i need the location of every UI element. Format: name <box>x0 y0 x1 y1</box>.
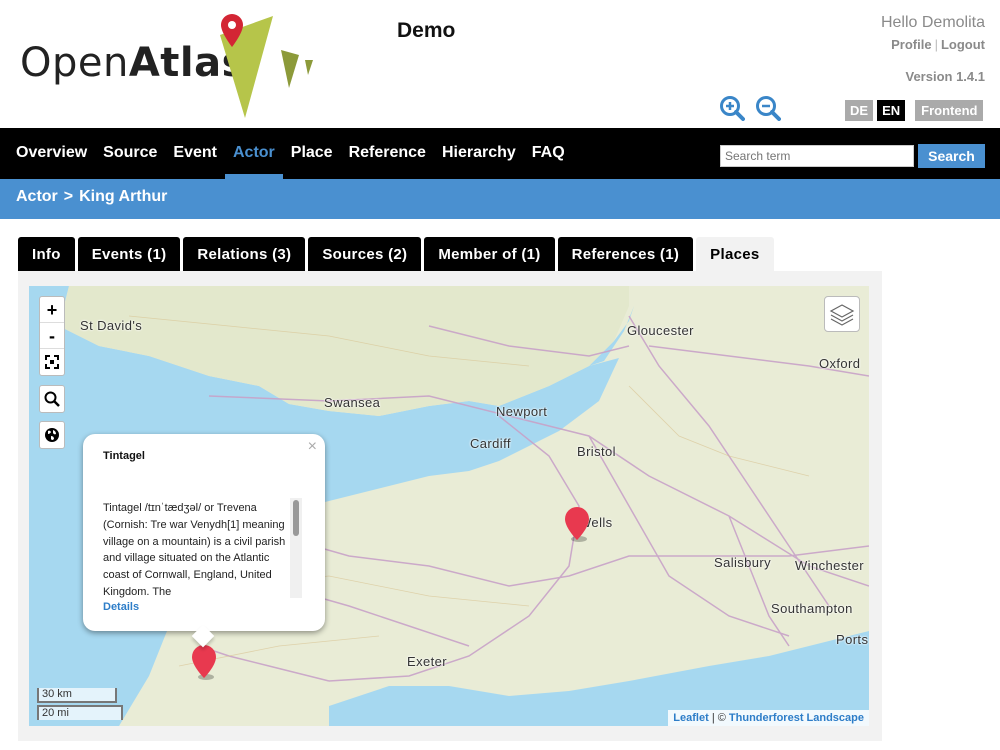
map-locate-control <box>39 421 65 449</box>
link-separator: | <box>934 37 938 52</box>
fullscreen-icon <box>45 355 59 369</box>
popup-scrollbar-thumb[interactable] <box>293 500 299 536</box>
nav-event[interactable]: Event <box>165 128 225 179</box>
map-label-cardiff: Cardiff <box>470 436 511 451</box>
tab-places[interactable]: Places <box>696 237 774 271</box>
search-button[interactable]: Search <box>918 144 985 168</box>
breadcrumb-current: King Arthur <box>79 188 168 205</box>
nav-actor[interactable]: Actor <box>224 128 283 179</box>
nav-place[interactable]: Place <box>283 128 341 179</box>
map-label-portsmouth: Ports <box>836 632 869 647</box>
zoom-in-icon[interactable] <box>719 95 745 121</box>
tab-bar: Info Events (1) Relations (3) Sources (2… <box>18 237 774 271</box>
globe-icon <box>45 428 59 442</box>
search-input[interactable] <box>720 145 914 167</box>
popup-description: Tintagel /tɪnˈtædʒəl/ or Trevena (Cornis… <box>103 502 286 598</box>
breadcrumb-separator: > <box>63 188 74 205</box>
map-popup: × Tintagel Tintagel /tɪnˈtædʒəl/ or Trev… <box>83 434 325 648</box>
tab-relations[interactable]: Relations (3) <box>183 237 306 271</box>
language-switcher: DE EN Frontend <box>845 100 984 121</box>
user-box: Hello Demolita Profile | Logout <box>881 14 985 52</box>
nav-reference[interactable]: Reference <box>341 128 434 179</box>
layers-icon <box>829 304 855 326</box>
greeting: Hello Demolita <box>880 14 985 31</box>
lang-en-button[interactable]: EN <box>877 100 906 121</box>
map-marker-tintagel[interactable] <box>191 644 217 680</box>
map-search-control <box>39 385 65 413</box>
map-search-button[interactable] <box>40 386 64 412</box>
map-label-exeter: Exeter <box>407 654 447 669</box>
map-label-swansea: Swansea <box>324 395 381 410</box>
tab-references[interactable]: References (1) <box>557 237 694 271</box>
popup-scrollbar[interactable] <box>290 498 302 598</box>
tab-info[interactable]: Info <box>18 237 75 271</box>
thunderforest-link[interactable]: Thunderforest Landscape <box>729 712 864 724</box>
logout-link[interactable]: Logout <box>941 37 985 52</box>
map-label-salisbury: Salisbury <box>714 555 772 570</box>
map-zoom-in-button[interactable]: + <box>40 297 64 323</box>
version-label: Version 1.4.1 <box>905 69 986 84</box>
header: OpenAtlas Demo Hello Demolita Profile | Lo… <box>0 0 1000 128</box>
nav-items: Overview Source Event Actor Place Refere… <box>8 128 573 179</box>
map-fullscreen-button[interactable] <box>40 349 64 375</box>
attribution-separator: | © <box>711 712 726 724</box>
leaflet-link[interactable]: Leaflet <box>673 712 708 724</box>
nav-hierarchy[interactable]: Hierarchy <box>434 128 524 179</box>
frontend-button[interactable]: Frontend <box>915 100 984 121</box>
map-label-winchester: Winchester <box>795 558 865 573</box>
map-zoom-control: + - <box>39 296 65 376</box>
map-scale-mi: 20 mi <box>37 705 123 720</box>
nav-faq[interactable]: FAQ <box>524 128 573 179</box>
map-label-oxford: Oxford <box>819 356 861 371</box>
map-zoom-out-button[interactable]: - <box>40 323 64 349</box>
map-label-southampton: Southampton <box>771 601 853 616</box>
popup-details-link[interactable]: Details <box>103 601 139 613</box>
map-layers-button[interactable] <box>824 296 860 332</box>
tab-member-of[interactable]: Member of (1) <box>424 237 555 271</box>
popup-close-button[interactable]: × <box>308 438 317 456</box>
tab-sources[interactable]: Sources (2) <box>308 237 422 271</box>
map-marker-wells[interactable] <box>564 506 590 542</box>
zoom-out-icon[interactable] <box>755 95 781 121</box>
map-scale-km: 30 km <box>37 688 117 703</box>
breadcrumb-parent-link[interactable]: Actor <box>16 188 58 205</box>
breadcrumb: Actor > King Arthur <box>0 179 1000 219</box>
logo-text-open: Open <box>20 40 129 86</box>
map-label-st-davids: St David's <box>80 318 143 333</box>
popup-title: Tintagel <box>103 450 145 462</box>
user-links: Profile | Logout <box>881 37 985 52</box>
map-label-bristol: Bristol <box>577 444 616 459</box>
profile-link[interactable]: Profile <box>891 37 931 52</box>
openatlas-logo-text[interactable]: OpenAtlas <box>20 40 246 86</box>
openatlas-logo-icon[interactable] <box>215 10 325 125</box>
map[interactable]: St David's Gloucester Oxford Swansea New… <box>29 286 869 726</box>
tab-events[interactable]: Events (1) <box>77 237 181 271</box>
nav-overview[interactable]: Overview <box>8 128 95 179</box>
site-title: Demo <box>397 19 456 42</box>
search-icon <box>44 391 60 407</box>
map-label-gloucester: Gloucester <box>627 323 694 338</box>
nav-source[interactable]: Source <box>95 128 165 179</box>
font-zoom-controls <box>719 95 781 121</box>
map-globe-button[interactable] <box>40 422 64 448</box>
map-label-newport: Newport <box>496 404 548 419</box>
lang-de-button[interactable]: DE <box>845 100 874 121</box>
map-attribution: Leaflet | © Thunderforest Landscape <box>668 710 869 726</box>
